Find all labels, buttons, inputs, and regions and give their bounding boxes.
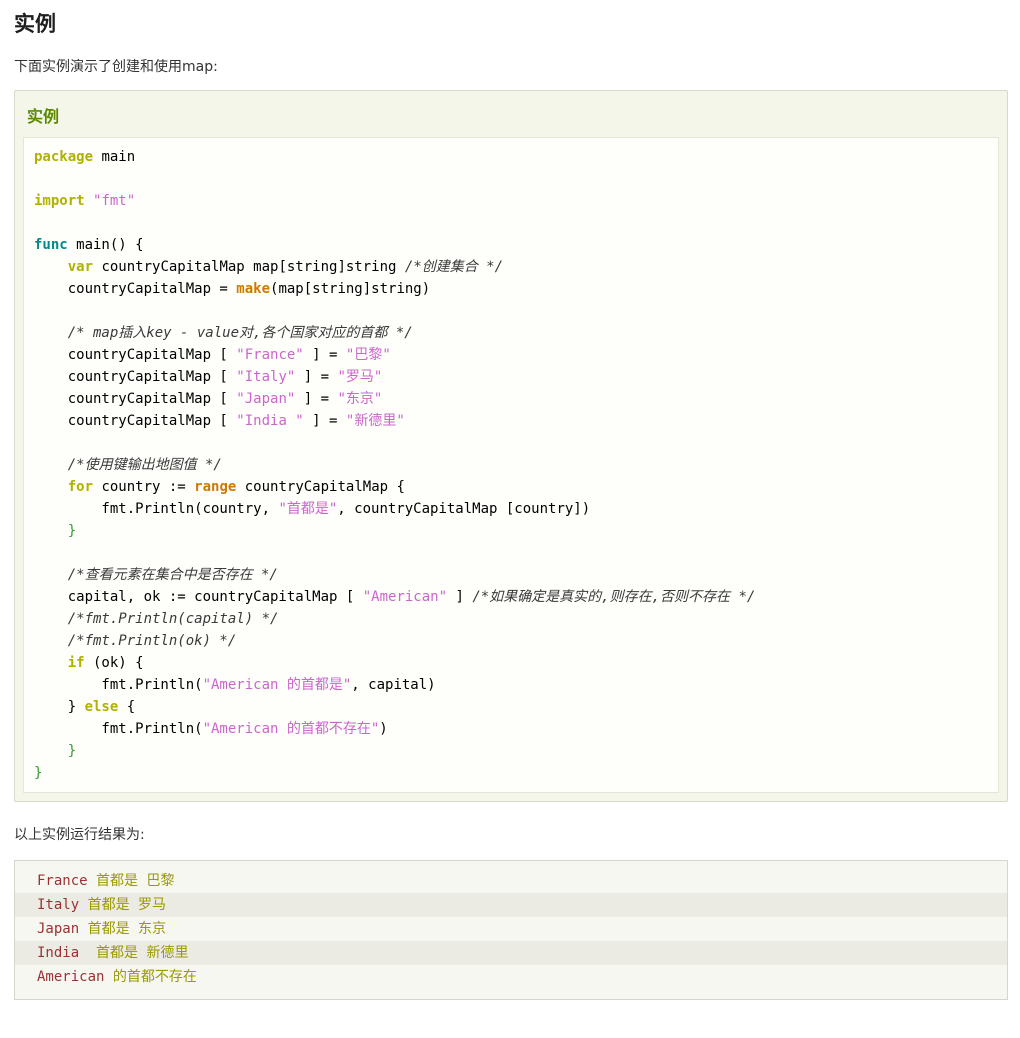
output-line: Italy 首都是 罗马: [15, 893, 1007, 917]
code-line: }: [67, 523, 77, 539]
example-box-title: 实例: [27, 107, 60, 126]
code-line: /*fmt.Println(ok) */: [67, 633, 237, 649]
code-line: for country := range countryCapitalMap {: [67, 479, 405, 495]
output-box: France 首都是 巴黎 Italy 首都是 罗马 Japan 首都是 东京 Ind…: [14, 860, 1008, 1000]
code-line: /* map插入key - value对,各个国家对应的首都 */: [67, 325, 413, 341]
code-line: } else {: [34, 699, 136, 715]
code-line: countryCapitalMap = make(map[string]stri…: [34, 281, 431, 297]
code-line: }: [67, 743, 77, 759]
code-line: if (ok) {: [67, 655, 144, 671]
output-line: American 的首都不存在: [37, 969, 197, 985]
code-line: capital, ok := countryCapitalMap [ "Amer…: [34, 589, 756, 605]
code-line: /*使用键输出地图值 */: [67, 457, 222, 473]
page-title: 实例: [14, 12, 56, 36]
code-line: fmt.Println(country, "首都是", countryCapit…: [34, 501, 591, 517]
code-line: func main() {: [34, 237, 144, 253]
output-line: India 首都是 新德里: [15, 941, 1007, 965]
code-line: countryCapitalMap [ "Italy" ] = "罗马": [34, 369, 383, 385]
code-line: package main: [34, 149, 136, 165]
page: 实例 下面实例演示了创建和使用map: 实例 package main impo…: [0, 0, 1020, 1038]
code-line: var countryCapitalMap map[string]string …: [67, 259, 504, 275]
code-block: package main import "fmt" func main() { …: [23, 137, 999, 793]
output-line: France 首都是 巴黎: [37, 873, 175, 889]
code-line: /*fmt.Println(capital) */: [67, 611, 279, 627]
code-line: fmt.Println("American 的首都是", capital): [34, 677, 436, 693]
code-line: countryCapitalMap [ "Japan" ] = "东京": [34, 391, 383, 407]
code-line: /*查看元素在集合中是否存在 */: [67, 567, 278, 583]
code-line: countryCapitalMap [ "India " ] = "新德里": [34, 413, 405, 429]
output-line: Japan 首都是 东京: [37, 921, 167, 937]
intro-text: 下面实例演示了创建和使用map:: [14, 59, 218, 75]
result-label: 以上实例运行结果为:: [14, 827, 145, 843]
code-line: import "fmt": [34, 193, 136, 209]
code-line: fmt.Println("American 的首都不存在"): [34, 721, 388, 737]
code-line: }: [34, 765, 43, 781]
example-box: 实例 package main import "fmt" func main()…: [14, 90, 1008, 802]
code-line: countryCapitalMap [ "France" ] = "巴黎": [34, 347, 391, 363]
